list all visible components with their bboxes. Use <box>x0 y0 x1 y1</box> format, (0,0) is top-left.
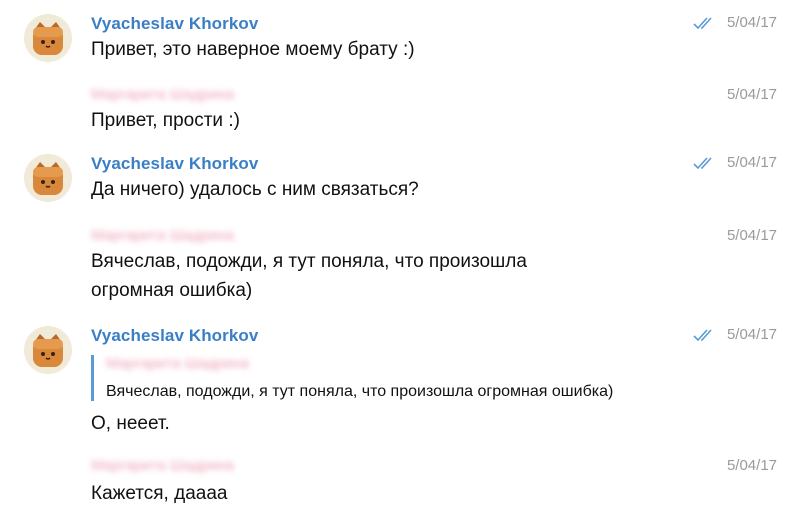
message-time: 5/04/17 <box>726 227 777 244</box>
double-check-icon <box>693 328 712 341</box>
double-check-icon <box>693 156 712 169</box>
message-time: 5/04/17 <box>726 86 777 103</box>
message-text: Привет, прости :) <box>91 110 240 131</box>
reply-quote[interactable]: Маргарита Шадрина Вячеслав, подожди, я т… <box>91 355 613 401</box>
message-text: О, нееет. <box>91 413 170 434</box>
message-meta: 5/04/17 <box>727 457 777 474</box>
sender-name-blurred[interactable]: Маргарита Шадрина <box>91 227 234 244</box>
message-text: Да ничего) удалось с ним связаться? <box>91 179 419 200</box>
message-meta: 5/04/17 <box>693 326 777 343</box>
avatar-cat-icon[interactable] <box>24 154 72 202</box>
message-time: 5/04/17 <box>726 326 777 343</box>
message-meta: 5/04/17 <box>727 86 777 103</box>
message-text: Кажется, даааа <box>91 483 228 504</box>
double-check-icon <box>693 16 712 29</box>
sender-name[interactable]: Vyacheslav Khorkov <box>91 14 258 34</box>
message-time: 5/04/17 <box>726 457 777 474</box>
sender-name[interactable]: Vyacheslav Khorkov <box>91 154 258 174</box>
reply-text: Вячеслав, подожди, я тут поняла, что про… <box>106 383 614 400</box>
message-text-line1: Вячеслав, подожди, я тут поняла, что про… <box>91 251 527 272</box>
message-meta: 5/04/17 <box>727 227 777 244</box>
reply-sender-blurred: Маргарита Шадрина <box>106 355 249 372</box>
avatar-cat-icon[interactable] <box>24 326 72 374</box>
sender-name-blurred[interactable]: Маргарита Шадрина <box>91 457 234 474</box>
message-meta: 5/04/17 <box>693 14 777 31</box>
sender-name[interactable]: Vyacheslav Khorkov <box>91 326 258 346</box>
message-time: 5/04/17 <box>726 14 777 31</box>
message-text: Привет, это наверное моему брату :) <box>91 39 415 60</box>
message-time: 5/04/17 <box>726 154 777 171</box>
sender-name-blurred[interactable]: Маргарита Шадрина <box>91 86 234 103</box>
message-meta: 5/04/17 <box>693 154 777 171</box>
avatar-cat-icon[interactable] <box>24 14 72 62</box>
message-text-line2: огромная ошибка) <box>91 280 253 301</box>
